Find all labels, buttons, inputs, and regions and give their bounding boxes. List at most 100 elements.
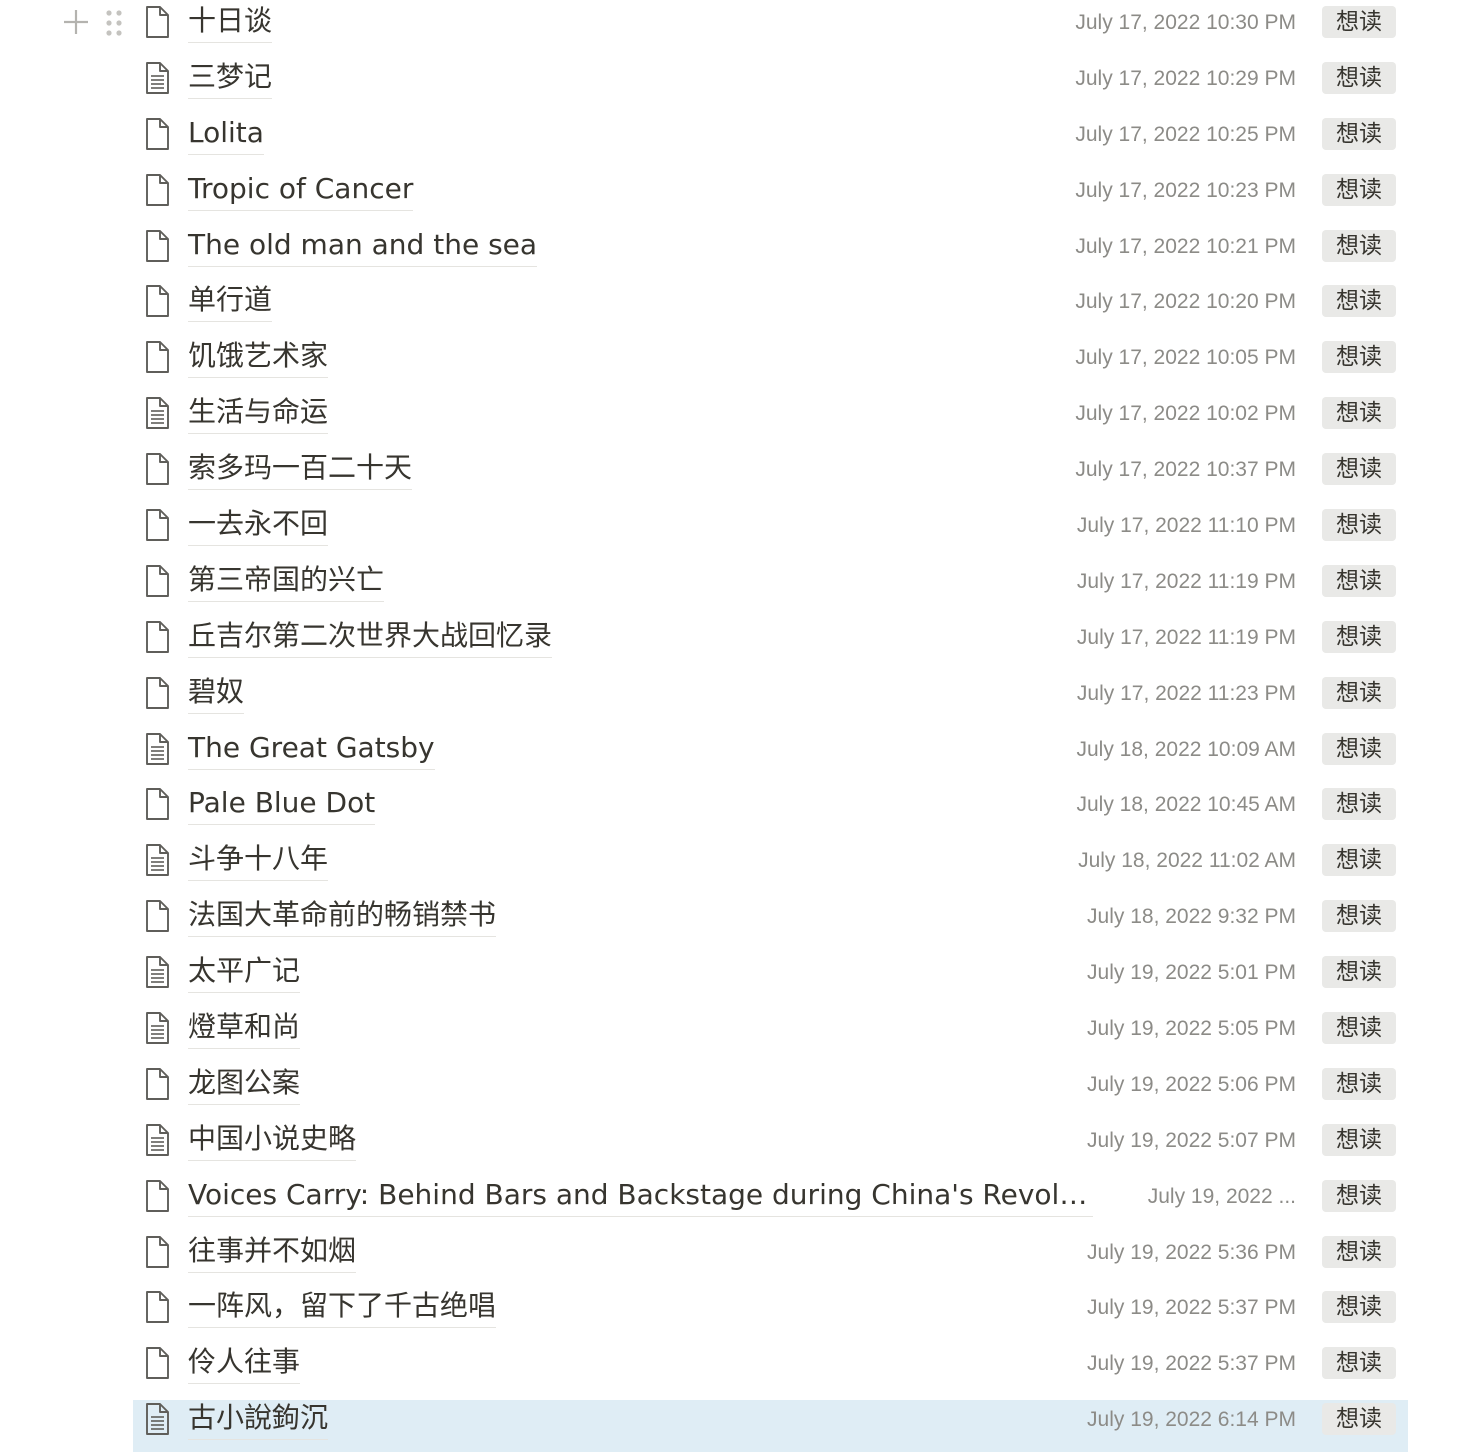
row-title[interactable]: 饥饿艺术家 (188, 337, 329, 379)
row-title[interactable]: 伶人往事 (188, 1343, 301, 1385)
page-text-icon[interactable] (140, 1401, 174, 1437)
list-item[interactable]: 往事并不如烟 July 19, 2022 5:36 PM 想读 (0, 1230, 1482, 1286)
list-item[interactable]: 三梦记 July 17, 2022 10:29 PM 想读 (0, 56, 1482, 112)
status-tag[interactable]: 想读 (1322, 1067, 1396, 1100)
status-tag[interactable]: 想读 (1322, 788, 1396, 821)
page-text-icon[interactable] (140, 731, 174, 767)
page-icon[interactable] (140, 1345, 174, 1381)
page-icon[interactable] (140, 283, 174, 319)
status-tag[interactable]: 想读 (1322, 397, 1396, 430)
row-title[interactable]: 索多玛一百二十天 (188, 449, 413, 491)
list-item[interactable]: 一去永不回 July 17, 2022 11:10 PM 想读 (0, 503, 1482, 559)
page-text-icon[interactable] (140, 1122, 174, 1158)
row-title[interactable]: 龙图公案 (188, 1064, 301, 1105)
plus-icon[interactable] (60, 6, 92, 38)
list-item[interactable]: 斗争十八年 July 18, 2022 11:02 AM 想读 (0, 838, 1482, 894)
row-title[interactable]: 生活与命运 (188, 393, 329, 435)
list-item[interactable]: 龙图公案 July 19, 2022 5:06 PM 想读 (0, 1062, 1482, 1118)
page-text-icon[interactable] (140, 395, 174, 431)
status-tag[interactable]: 想读 (1322, 6, 1396, 38)
page-icon[interactable] (140, 1289, 174, 1325)
list-item-selected[interactable]: 古小說鉤沉 July 19, 2022 6:14 PM 想读 (0, 1397, 1482, 1453)
status-tag[interactable]: 想读 (1322, 900, 1396, 933)
status-tag[interactable]: 想读 (1322, 620, 1396, 653)
page-text-icon[interactable] (140, 1010, 174, 1046)
status-tag[interactable]: 想读 (1322, 1123, 1396, 1156)
list-item[interactable]: Tropic of Cancer July 17, 2022 10:23 PM … (0, 168, 1482, 224)
status-tag[interactable]: 想读 (1322, 453, 1396, 486)
list-item[interactable]: The Great Gatsby July 18, 2022 10:09 AM … (0, 727, 1482, 783)
page-icon[interactable] (140, 116, 174, 152)
page-icon[interactable] (140, 1066, 174, 1102)
row-title[interactable]: 一去永不回 (188, 505, 329, 547)
row-title[interactable]: The Great Gatsby (188, 729, 435, 770)
status-tag[interactable]: 想读 (1322, 509, 1396, 542)
page-icon[interactable] (140, 339, 174, 375)
list-item[interactable]: 一阵风，留下了千古绝唱 July 19, 2022 5:37 PM 想读 (0, 1285, 1482, 1341)
row-title[interactable]: Tropic of Cancer (188, 170, 414, 211)
page-icon[interactable] (140, 563, 174, 599)
page-icon[interactable] (140, 898, 174, 934)
page-icon[interactable] (140, 675, 174, 711)
status-tag[interactable]: 想读 (1322, 61, 1396, 94)
page-icon[interactable] (140, 451, 174, 487)
row-title[interactable]: 十日谈 (188, 2, 273, 43)
status-tag[interactable]: 想读 (1322, 341, 1396, 374)
row-title[interactable]: The old man and the sea (188, 226, 538, 267)
list-item[interactable]: 中国小说史略 July 19, 2022 5:07 PM 想读 (0, 1118, 1482, 1174)
status-tag[interactable]: 想读 (1322, 1291, 1396, 1324)
status-tag[interactable]: 想读 (1322, 229, 1396, 262)
status-tag[interactable]: 想读 (1322, 173, 1396, 206)
list-item[interactable]: The old man and the sea July 17, 2022 10… (0, 224, 1482, 280)
row-title[interactable]: 太平广记 (188, 952, 301, 994)
page-icon[interactable] (140, 4, 174, 40)
row-title[interactable]: Voices Carry: Behind Bars and Backstage … (188, 1176, 1093, 1217)
list-item[interactable]: 生活与命运 July 17, 2022 10:02 PM 想读 (0, 391, 1482, 447)
list-item[interactable]: 饥饿艺术家 July 17, 2022 10:05 PM 想读 (0, 335, 1482, 391)
page-icon[interactable] (140, 228, 174, 264)
row-title[interactable]: 三梦记 (188, 58, 273, 99)
status-tag[interactable]: 想读 (1322, 1403, 1396, 1436)
status-tag[interactable]: 想读 (1322, 285, 1396, 318)
list-item[interactable]: 燈草和尚 July 19, 2022 5:05 PM 想读 (0, 1006, 1482, 1062)
list-item[interactable]: 第三帝国的兴亡 July 17, 2022 11:19 PM 想读 (0, 559, 1482, 615)
page-icon[interactable] (140, 172, 174, 208)
page-icon[interactable] (140, 619, 174, 655)
row-title[interactable]: Lolita (188, 114, 264, 155)
page-text-icon[interactable] (140, 842, 174, 878)
status-tag[interactable]: 想读 (1322, 676, 1396, 709)
status-tag[interactable]: 想读 (1322, 956, 1396, 989)
row-title[interactable]: 单行道 (188, 281, 273, 323)
status-tag[interactable]: 想读 (1322, 844, 1396, 877)
row-title[interactable]: Pale Blue Dot (188, 784, 376, 826)
list-item[interactable]: 碧奴 July 17, 2022 11:23 PM 想读 (0, 671, 1482, 727)
status-tag[interactable]: 想读 (1322, 1347, 1396, 1380)
page-icon[interactable] (140, 786, 174, 822)
page-icon[interactable] (140, 1178, 174, 1214)
list-item[interactable]: 单行道 July 17, 2022 10:20 PM 想读 (0, 279, 1482, 335)
list-item[interactable]: 法国大革命前的畅销禁书 July 18, 2022 9:32 PM 想读 (0, 894, 1482, 950)
row-title[interactable]: 中国小说史略 (188, 1120, 357, 1161)
status-tag[interactable]: 想读 (1322, 1235, 1396, 1268)
row-title[interactable]: 往事并不如烟 (188, 1232, 357, 1273)
row-title[interactable]: 碧奴 (188, 673, 245, 714)
drag-handle-icon[interactable] (102, 8, 126, 38)
status-tag[interactable]: 想读 (1322, 1012, 1396, 1045)
status-tag[interactable]: 想读 (1322, 564, 1396, 597)
list-item[interactable]: 太平广记 July 19, 2022 5:01 PM 想读 (0, 950, 1482, 1006)
list-item[interactable]: Lolita July 17, 2022 10:25 PM 想读 (0, 112, 1482, 168)
status-tag[interactable]: 想读 (1322, 117, 1396, 150)
row-title[interactable]: 一阵风，留下了千古绝唱 (188, 1287, 497, 1329)
row-title[interactable]: 燈草和尚 (188, 1008, 301, 1050)
status-tag[interactable]: 想读 (1322, 732, 1396, 765)
row-title[interactable]: 古小說鉤沉 (188, 1399, 329, 1441)
status-tag[interactable]: 想读 (1322, 1179, 1396, 1212)
list-item[interactable]: 伶人往事 July 19, 2022 5:37 PM 想读 (0, 1341, 1482, 1397)
page-icon[interactable] (140, 1234, 174, 1270)
row-title[interactable]: 第三帝国的兴亡 (188, 561, 385, 602)
row-title[interactable]: 斗争十八年 (188, 840, 329, 882)
list-item[interactable]: 索多玛一百二十天 July 17, 2022 10:37 PM 想读 (0, 447, 1482, 503)
page-text-icon[interactable] (140, 954, 174, 990)
row-title[interactable]: 丘吉尔第二次世界大战回忆录 (188, 617, 553, 658)
list-item[interactable]: Pale Blue Dot July 18, 2022 10:45 AM 想读 (0, 782, 1482, 838)
